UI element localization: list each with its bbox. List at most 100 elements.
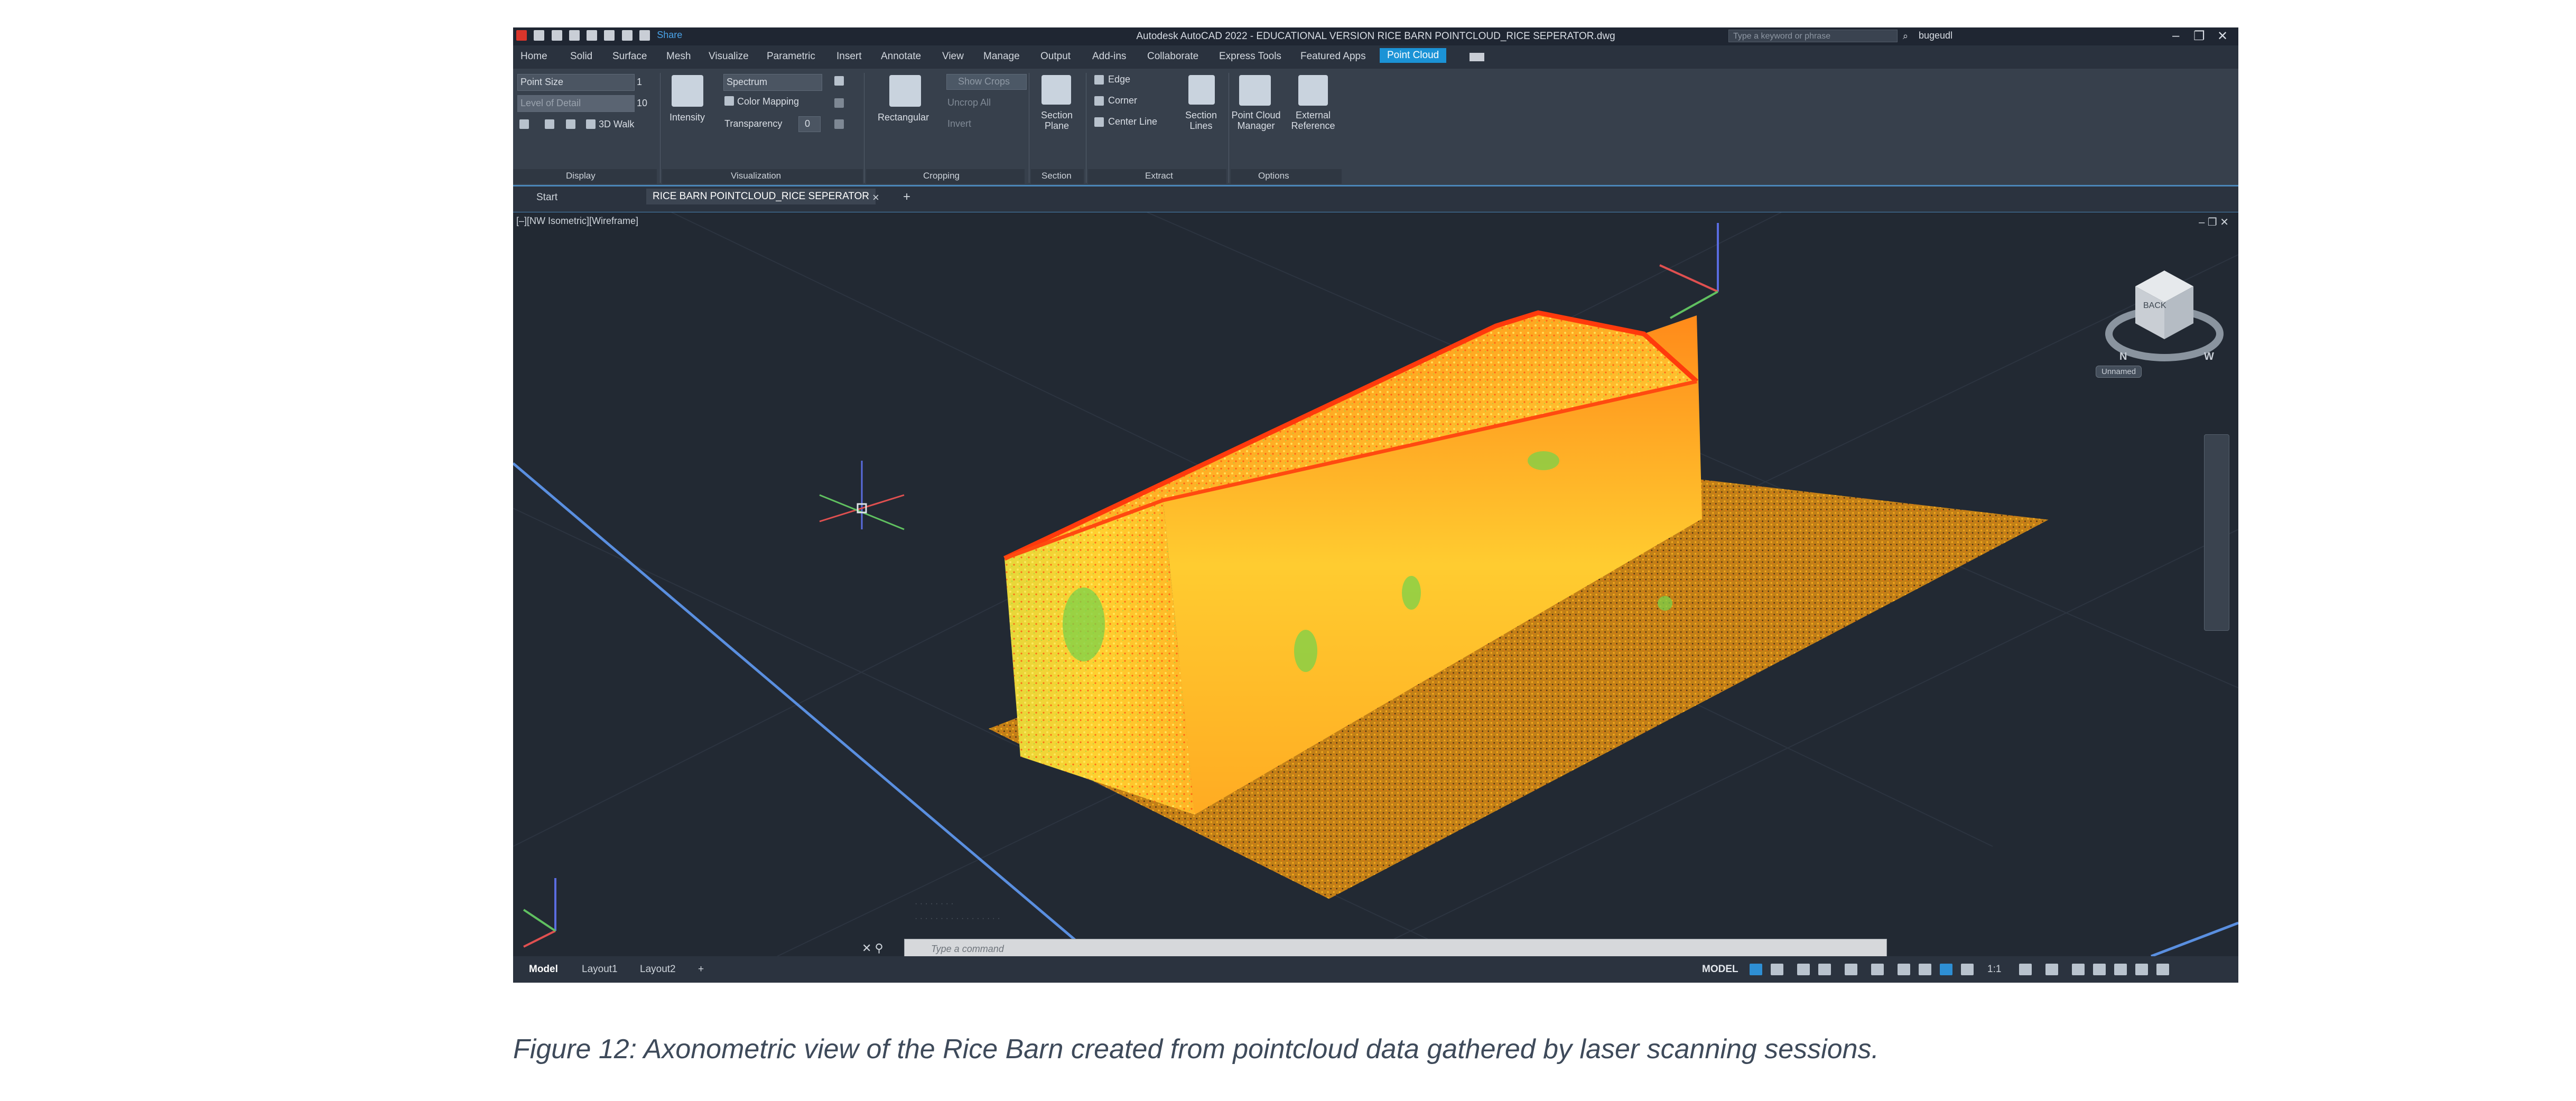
pick-icon[interactable] bbox=[834, 76, 844, 86]
section-lines-label[interactable]: Section Lines bbox=[1181, 110, 1221, 131]
rectangular-crop-icon[interactable] bbox=[889, 75, 921, 107]
uncrop-label[interactable]: Uncrop All bbox=[947, 97, 991, 108]
tab-layout2[interactable]: Layout2 bbox=[640, 964, 676, 975]
invert-label[interactable]: Invert bbox=[947, 118, 971, 129]
maximize-button[interactable]: ❐ bbox=[2193, 29, 2205, 44]
tab-view[interactable]: View bbox=[942, 51, 964, 62]
close-tab-icon[interactable]: × bbox=[872, 191, 879, 204]
status-bar: Model Layout1 Layout2 + MODEL 1:1 bbox=[513, 956, 2238, 983]
external-reference-icon[interactable] bbox=[1298, 75, 1328, 106]
reference-line[interactable] bbox=[2151, 921, 2238, 956]
orbit-icon[interactable] bbox=[545, 119, 554, 129]
annotation-monitor-icon[interactable] bbox=[2045, 964, 2058, 975]
tab-insert[interactable]: Insert bbox=[836, 51, 862, 62]
compass-west[interactable]: W bbox=[2204, 351, 2214, 363]
center-line-label[interactable]: Center Line bbox=[1108, 116, 1157, 127]
auto-scale-icon[interactable] bbox=[1961, 964, 1974, 975]
point-size-value[interactable]: 1 bbox=[637, 77, 642, 88]
tab-start[interactable]: Start bbox=[536, 192, 557, 203]
lineweight-icon[interactable] bbox=[1919, 964, 1931, 975]
color-mapping-icon[interactable] bbox=[724, 96, 734, 106]
view-cube[interactable] bbox=[2105, 270, 2224, 361]
tab-manage[interactable]: Manage bbox=[983, 51, 1020, 62]
annotation-scale[interactable]: 1:1 bbox=[1987, 964, 2001, 975]
minimize-button[interactable]: – bbox=[2172, 29, 2179, 43]
units-icon[interactable] bbox=[2072, 964, 2085, 975]
tab-point-cloud[interactable]: Point Cloud bbox=[1380, 48, 1447, 63]
tab-add-ins[interactable]: Add-ins bbox=[1092, 51, 1126, 62]
corner-icon[interactable] bbox=[1094, 96, 1104, 106]
tab-parametric[interactable]: Parametric bbox=[767, 51, 815, 62]
tab-layout1[interactable]: Layout1 bbox=[582, 964, 618, 975]
intensity-label[interactable]: Intensity bbox=[669, 112, 705, 123]
compass-north[interactable]: N bbox=[2119, 351, 2127, 363]
walk-label[interactable]: 3D Walk bbox=[599, 119, 634, 130]
wcs-menu[interactable]: Unnamed bbox=[2096, 366, 2142, 378]
isolate-objects-icon[interactable] bbox=[2114, 964, 2127, 975]
center-line-icon[interactable] bbox=[1094, 117, 1104, 127]
section-lines-icon[interactable] bbox=[1188, 75, 1215, 105]
section-plane-icon[interactable] bbox=[1041, 75, 1071, 105]
tab-output[interactable]: Output bbox=[1040, 51, 1071, 62]
new-layout-icon[interactable]: + bbox=[698, 964, 704, 975]
edge-icon[interactable] bbox=[1094, 75, 1104, 85]
new-tab-icon[interactable]: + bbox=[903, 190, 910, 204]
gizmo-icon[interactable] bbox=[1659, 223, 1719, 319]
ortho-icon[interactable] bbox=[1797, 964, 1810, 975]
reference-line[interactable] bbox=[513, 462, 1095, 956]
edge-label[interactable]: Edge bbox=[1108, 74, 1130, 85]
external-reference-label[interactable]: External Reference bbox=[1288, 110, 1338, 131]
point-cloud-manager-label[interactable]: Point Cloud Manager bbox=[1231, 110, 1281, 131]
walk-icon[interactable] bbox=[586, 119, 596, 129]
object-snap-icon[interactable] bbox=[1898, 964, 1910, 975]
color-mapping-label[interactable]: Color Mapping bbox=[737, 96, 799, 107]
corner-label[interactable]: Corner bbox=[1108, 95, 1137, 106]
camera-icon[interactable] bbox=[566, 119, 575, 129]
section-plane-label[interactable]: Section Plane bbox=[1038, 110, 1075, 131]
user-name[interactable]: bugeudl bbox=[1919, 30, 1952, 41]
tab-model[interactable]: Model bbox=[529, 964, 558, 975]
object-snap-tracking-icon[interactable] bbox=[1871, 964, 1884, 975]
intensity-icon[interactable] bbox=[672, 75, 703, 107]
show-crop-label[interactable]: Show Crops bbox=[958, 76, 1010, 87]
tab-solid[interactable]: Solid bbox=[570, 51, 592, 62]
tab-annotate[interactable]: Annotate bbox=[881, 51, 921, 62]
ribbon-panel: Point Size 1 Level of Detail 10 3D Walk … bbox=[513, 69, 2238, 186]
filter-icon[interactable] bbox=[834, 119, 844, 129]
tab-visualize[interactable]: Visualize bbox=[709, 51, 749, 62]
customization-menu-icon[interactable] bbox=[2156, 964, 2169, 975]
model-space-button[interactable]: MODEL bbox=[1702, 964, 1738, 975]
viewport-controls-label[interactable]: [–][NW Isometric][Wireframe] bbox=[516, 216, 638, 227]
tab-drawing[interactable]: RICE BARN POINTCLOUD_RICE SEPERATOR bbox=[646, 189, 876, 204]
polar-icon[interactable] bbox=[1818, 964, 1831, 975]
rectangular-label[interactable]: Rectangular bbox=[878, 112, 929, 123]
tab-express-tools[interactable]: Express Tools bbox=[1219, 51, 1281, 62]
navigation-bar[interactable] bbox=[2204, 434, 2229, 631]
tab-mesh[interactable]: Mesh bbox=[666, 51, 691, 62]
shading-icon[interactable] bbox=[834, 98, 844, 108]
close-button[interactable]: ✕ bbox=[2217, 29, 2228, 44]
tab-collaborate[interactable]: Collaborate bbox=[1147, 51, 1198, 62]
workspace-gear-icon[interactable] bbox=[2019, 964, 2032, 975]
ucs-icon[interactable] bbox=[523, 878, 556, 948]
tab-featured-apps[interactable]: Featured Apps bbox=[1300, 51, 1366, 62]
level-of-detail-value[interactable]: 10 bbox=[637, 98, 647, 109]
tab-home[interactable]: Home bbox=[520, 51, 547, 62]
point-cloud-manager-icon[interactable] bbox=[1239, 75, 1271, 106]
isodraft-icon[interactable] bbox=[1845, 964, 1857, 975]
workspace-toggle-icon[interactable] bbox=[1470, 53, 1484, 61]
display-toggle-icon[interactable] bbox=[519, 119, 529, 129]
snap-icon[interactable] bbox=[1771, 964, 1783, 975]
drawing-viewport[interactable]: BACK N W Unnamed [–][NW Isometric][Wiref… bbox=[513, 212, 2238, 960]
search-icon[interactable]: ⌕ bbox=[1903, 31, 1908, 42]
annotation-visibility-icon[interactable] bbox=[1940, 964, 1952, 975]
grid-icon[interactable] bbox=[1750, 964, 1762, 975]
view-cube-face[interactable]: BACK bbox=[2143, 301, 2166, 311]
viewport-window-controls[interactable]: – ❐ ✕ bbox=[2199, 216, 2229, 229]
clean-screen-icon[interactable] bbox=[2135, 964, 2148, 975]
point-cloud-scene[interactable] bbox=[513, 212, 2238, 956]
search-input[interactable]: Type a keyword or phrase bbox=[1728, 30, 1898, 42]
tab-surface[interactable]: Surface bbox=[612, 51, 647, 62]
quick-properties-icon[interactable] bbox=[2093, 964, 2106, 975]
command-line-icons[interactable]: ✕ ⚲ bbox=[862, 941, 884, 955]
